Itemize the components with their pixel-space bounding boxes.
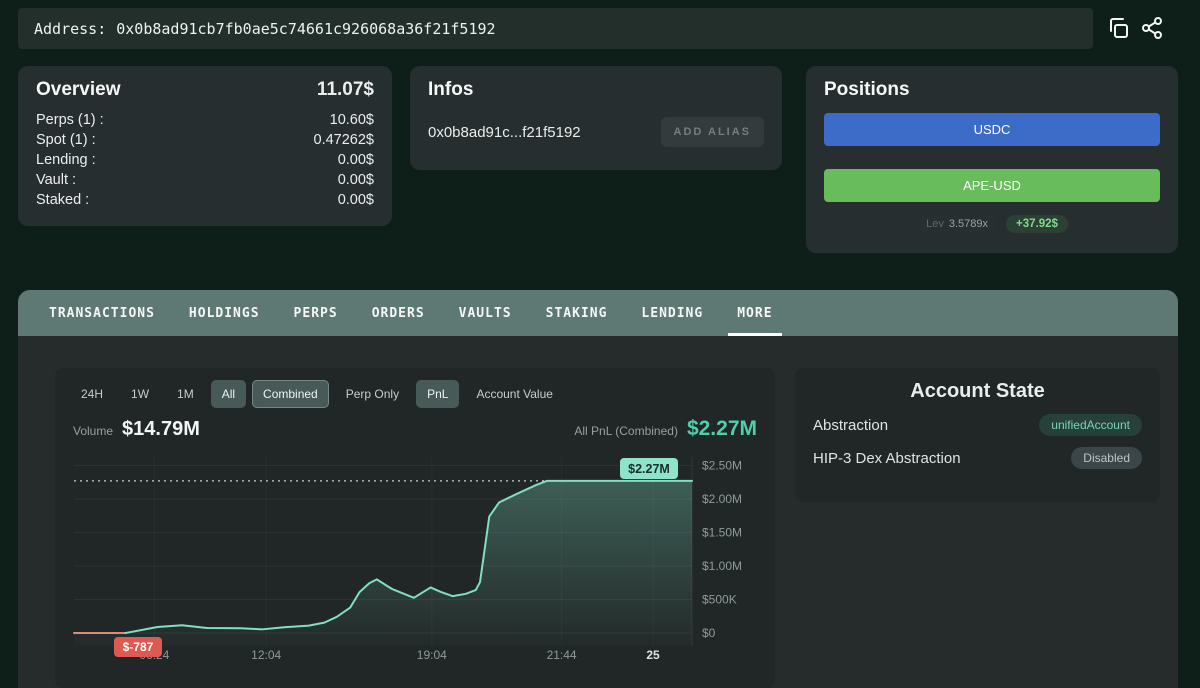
- tab-lending[interactable]: LENDING: [624, 290, 720, 336]
- svg-text:$2.27M: $2.27M: [628, 462, 670, 476]
- account-state-badge: unifiedAccount: [1039, 414, 1142, 436]
- svg-text:21:44: 21:44: [547, 648, 577, 662]
- positions-title: Positions: [824, 79, 1160, 101]
- tab-more[interactable]: MORE: [720, 290, 789, 336]
- address-value: 0x0b8ad91cb7fb0ae5c74661c926068a36f21f51…: [116, 20, 495, 38]
- overview-row-value: 10.60$: [330, 110, 374, 130]
- overview-row-label: Perps (1) :: [36, 110, 104, 130]
- account-state-badge: Disabled: [1071, 447, 1142, 469]
- pnl-chart-card: 24H1W1MAllCombinedPerp OnlyPnLAccount Va…: [55, 368, 775, 688]
- chart-control-24h[interactable]: 24H: [70, 380, 114, 408]
- overview-row-label: Staked :: [36, 190, 89, 210]
- overview-row: Vault : 0.00$: [36, 170, 374, 190]
- position-asset-button[interactable]: USDC: [824, 113, 1160, 146]
- tab-orders[interactable]: ORDERS: [355, 290, 442, 336]
- chart-control-account-value[interactable]: Account Value: [465, 380, 564, 408]
- account-state-label: Abstraction: [813, 417, 888, 434]
- address-label: Address:: [34, 20, 106, 38]
- leverage-value: 3.5789x: [949, 218, 988, 230]
- svg-text:$-787: $-787: [123, 640, 154, 654]
- chart-control-perp-only[interactable]: Perp Only: [335, 380, 410, 408]
- address-bar: Address: 0x0b8ad91cb7fb0ae5c74661c926068…: [18, 8, 1093, 49]
- overview-row: Lending : 0.00$: [36, 150, 374, 170]
- all-pnl-value: $2.27M: [687, 417, 757, 441]
- account-state-row: Abstraction unifiedAccount: [813, 414, 1142, 436]
- chart-control-pnl[interactable]: PnL: [416, 380, 459, 408]
- overview-card: Overview 11.07$ Perps (1) :10.60$Spot (1…: [18, 66, 392, 226]
- account-state-row: HIP-3 Dex Abstraction Disabled: [813, 447, 1142, 469]
- overview-rows: Perps (1) :10.60$Spot (1) :0.47262$Lendi…: [36, 110, 374, 210]
- overview-row-value: 0.00$: [338, 150, 374, 170]
- svg-text:$1.50M: $1.50M: [702, 526, 742, 540]
- svg-text:$2.50M: $2.50M: [702, 459, 742, 473]
- tab-perps[interactable]: PERPS: [277, 290, 355, 336]
- chart-control-combined[interactable]: Combined: [252, 380, 329, 408]
- pnl-chart: $2.50M$2.00M$1.50M$1.00M$500K$006:2412:0…: [70, 445, 760, 670]
- tab-vaults[interactable]: VAULTS: [442, 290, 529, 336]
- overview-row-value: 0.00$: [338, 170, 374, 190]
- infos-card: Infos 0x0b8ad91c...f21f5192 ADD ALIAS: [410, 66, 782, 170]
- overview-row: Spot (1) : 0.47262$: [36, 130, 374, 150]
- account-state-label: HIP-3 Dex Abstraction: [813, 450, 961, 467]
- add-alias-button[interactable]: ADD ALIAS: [661, 117, 764, 147]
- short-address: 0x0b8ad91c...f21f5192: [428, 124, 581, 141]
- leverage-badge: Lev 3.5789x: [916, 215, 998, 233]
- overview-total: 11.07$: [317, 79, 374, 101]
- overview-row: Staked : 0.00$: [36, 190, 374, 210]
- overview-row-value: 0.00$: [338, 190, 374, 210]
- volume-label: Volume: [73, 424, 113, 438]
- svg-text:$500K: $500K: [702, 593, 737, 607]
- svg-text:$2.00M: $2.00M: [702, 492, 742, 506]
- position-pnl-badge: +37.92$: [1006, 215, 1068, 233]
- volume-value: $14.79M: [122, 418, 200, 441]
- overview-row: Perps (1) : 10.60$: [36, 110, 374, 130]
- position-buttons: USDC APE-USD: [824, 113, 1160, 202]
- chart-control-1m[interactable]: 1M: [166, 380, 205, 408]
- account-state-card: Account State Abstraction unifiedAccount H…: [795, 368, 1160, 502]
- all-pnl-label: All PnL (Combined): [574, 424, 678, 438]
- positions-card: Positions USDC APE-USD Lev 3.5789x +37.92$: [806, 66, 1178, 253]
- tab-transactions[interactable]: TRANSACTIONS: [32, 290, 172, 336]
- chart-control-all[interactable]: All: [211, 380, 246, 408]
- svg-text:19:04: 19:04: [417, 648, 447, 662]
- overview-row-label: Spot (1) :: [36, 130, 96, 150]
- overview-title: Overview: [36, 79, 121, 101]
- svg-text:$1.00M: $1.00M: [702, 559, 742, 573]
- svg-text:12:04: 12:04: [251, 648, 281, 662]
- position-asset-button[interactable]: APE-USD: [824, 169, 1160, 202]
- tab-holdings[interactable]: HOLDINGS: [172, 290, 277, 336]
- leverage-label: Lev: [926, 218, 944, 230]
- account-state-title: Account State: [813, 380, 1142, 403]
- tab-staking[interactable]: STAKING: [529, 290, 625, 336]
- svg-text:$0: $0: [702, 626, 716, 640]
- overview-row-value: 0.47262$: [314, 130, 374, 150]
- copy-icon[interactable]: [1104, 14, 1132, 42]
- overview-row-label: Vault :: [36, 170, 76, 190]
- svg-text:25: 25: [646, 648, 660, 662]
- infos-title: Infos: [428, 79, 764, 101]
- share-icon[interactable]: [1138, 14, 1166, 42]
- overview-row-label: Lending :: [36, 150, 96, 170]
- main-panel: TRANSACTIONSHOLDINGSPERPSORDERSVAULTSSTA…: [18, 290, 1178, 688]
- tab-bar: TRANSACTIONSHOLDINGSPERPSORDERSVAULTSSTA…: [18, 290, 1178, 336]
- account-state-rows: Abstraction unifiedAccount HIP-3 Dex Abstr…: [813, 414, 1142, 469]
- chart-controls: 24H1W1MAllCombinedPerp OnlyPnLAccount Va…: [70, 380, 760, 408]
- chart-control-1w[interactable]: 1W: [120, 380, 160, 408]
